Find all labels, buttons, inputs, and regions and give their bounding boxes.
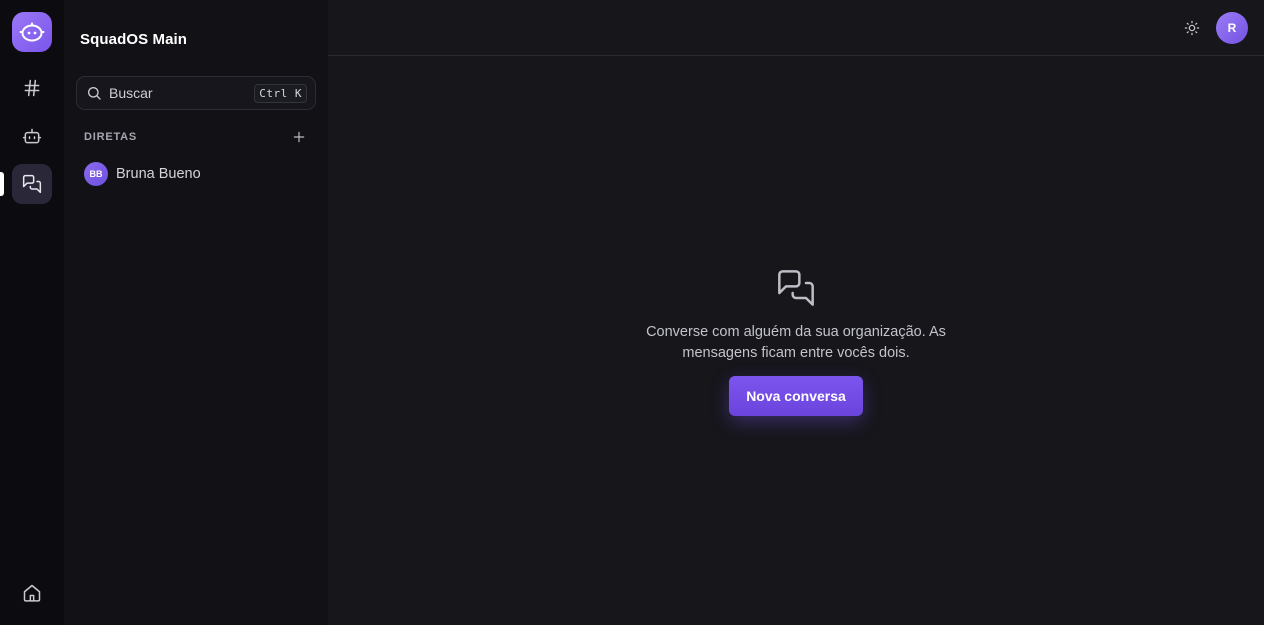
search-placeholder: Buscar [109,85,153,101]
messages-icon [776,268,816,308]
direct-messages-section-header: DIRETAS [76,128,316,146]
search-shortcut-badge: Ctrl K [254,83,307,103]
rail-channels-button[interactable] [12,68,52,108]
rail-bots-button[interactable] [12,116,52,156]
nav-rail [0,0,64,625]
empty-state: Converse com alguém da sua organização. … [328,56,1264,625]
add-direct-message-button[interactable] [290,128,308,146]
hash-icon [24,79,40,97]
sun-icon [1184,20,1200,35]
bot-icon [22,128,42,144]
app-root: SquadOS Main Buscar Ctrl K DIRETAS BB Br… [0,0,1264,625]
app-logo[interactable] [12,12,52,52]
active-rail-indicator [0,172,4,196]
section-label: DIRETAS [84,131,138,143]
direct-message-name: Bruna Bueno [116,166,201,182]
direct-message-item[interactable]: BB Bruna Bueno [76,156,316,192]
user-avatar[interactable]: R [1216,11,1248,44]
avatar: BB [84,162,108,186]
search-input[interactable]: Buscar Ctrl K [76,76,316,110]
new-conversation-button[interactable]: Nova conversa [729,376,863,416]
empty-state-text: Converse com alguém da sua organização. … [646,324,946,361]
theme-toggle-button[interactable] [1178,14,1206,42]
plus-icon [293,131,305,143]
search-icon [86,85,102,101]
workspace-title: SquadOS Main [80,31,188,48]
sidebar: SquadOS Main Buscar Ctrl K DIRETAS BB Br… [64,0,328,625]
main-content: R Converse com alguém da sua organização… [328,0,1264,625]
home-icon [23,584,41,602]
messages-icon [22,174,42,194]
rail-direct-messages-button[interactable] [12,164,52,204]
bot-logo-icon [12,12,52,52]
top-bar: R [328,0,1264,56]
rail-home-button[interactable] [12,573,52,613]
